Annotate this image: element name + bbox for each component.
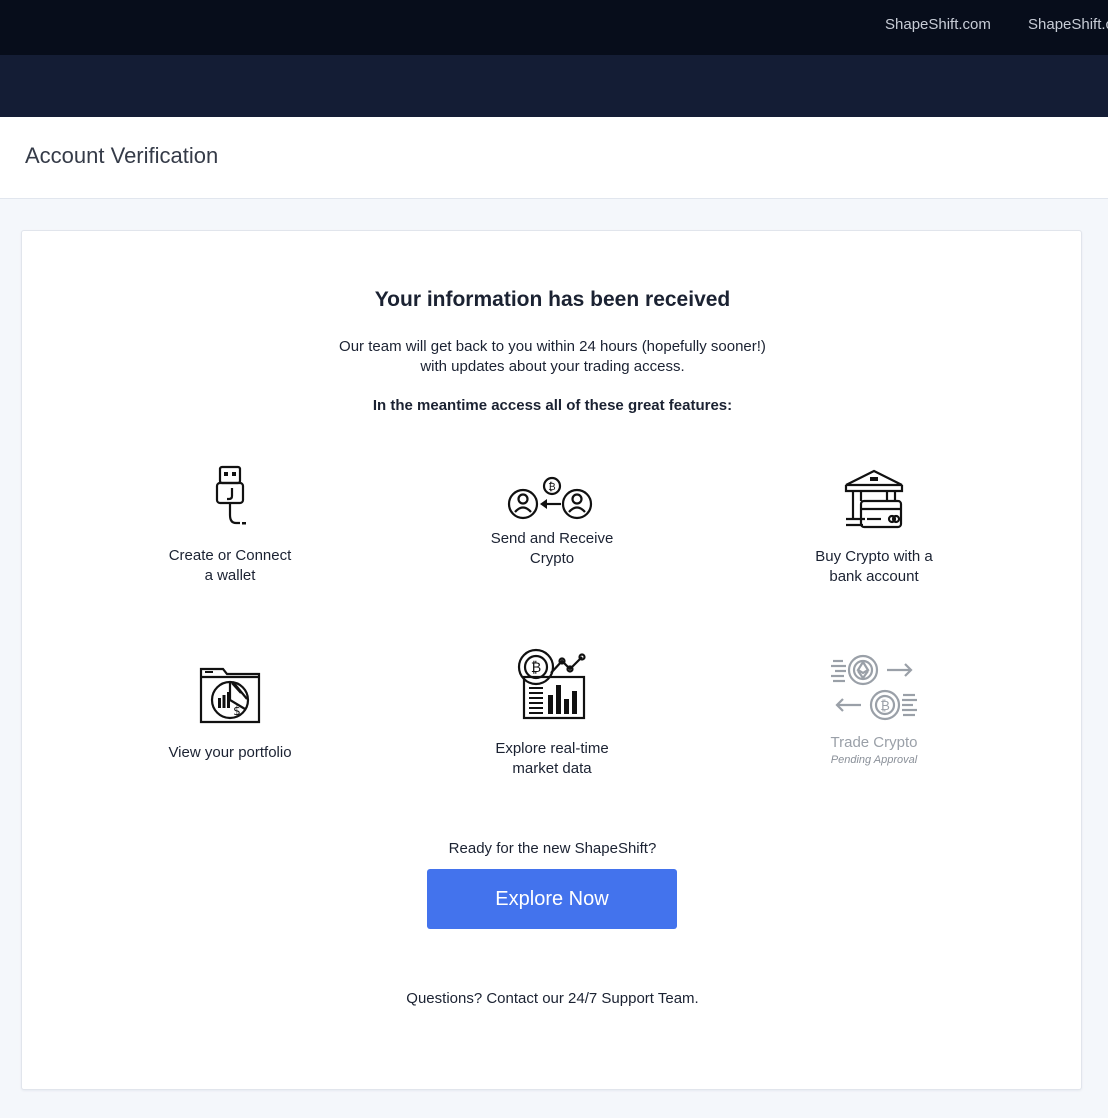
feature-trade-crypto: ₿ Trade Crypto Pending Approval (754, 653, 994, 766)
top-bar: ShapeShift.com ShapeShift.com (0, 0, 1108, 55)
feature-label: Explore real-time market data (495, 740, 609, 777)
market-data-icon: ₿ (517, 648, 586, 720)
send-receive-icon: ₿ (507, 476, 593, 520)
ready-text: Ready for the new ShapeShift? (448, 840, 657, 857)
feature-send-receive[interactable]: ₿ Send and Receive Crypto (432, 476, 672, 569)
feature-create-wallet[interactable]: Create or Connect a wallet (110, 463, 350, 586)
verification-card: Your information has been received Our t… (21, 230, 1082, 1090)
feature-label: Send and Receive Crypto (490, 530, 614, 567)
feature-market-data[interactable]: ₿ Explore real-time market data (432, 647, 672, 779)
card-title: Your information has been received (374, 288, 731, 311)
nav-bar (0, 55, 1108, 117)
shapeshift-link[interactable]: ShapeShift.com (885, 16, 991, 33)
support-contact-text[interactable]: Questions? Contact our 24/7 Support Team… (22, 990, 1083, 1007)
svg-text:$: $ (233, 704, 241, 718)
usb-wallet-icon (215, 465, 246, 525)
feature-label: Trade Crypto (830, 734, 918, 751)
card-subtitle-line2: with updates about your trading access. (420, 358, 685, 375)
meantime-text: In the meantime access all of these grea… (372, 397, 733, 414)
feature-label: Buy Crypto with a bank account (815, 548, 933, 585)
card-subtitle-line1: Our team will get back to you within 24 … (339, 338, 766, 355)
page-title: Account Verification (25, 143, 219, 168)
card-subtitle: Our team will get back to you within 24 … (22, 337, 1083, 377)
shapeshift-link-secondary[interactable]: ShapeShift.com (1028, 16, 1108, 33)
feature-buy-crypto-bank[interactable]: Buy Crypto with a bank account (754, 467, 994, 587)
portfolio-icon: $ (199, 667, 261, 724)
svg-text:₿: ₿ (880, 699, 890, 714)
svg-text:₿: ₿ (548, 481, 555, 493)
feature-label: View your portfolio (168, 744, 292, 761)
pending-approval-status: Pending Approval (830, 754, 918, 766)
feature-label: Create or Connect a wallet (168, 547, 292, 584)
feature-view-portfolio[interactable]: $ View your portfolio (110, 665, 350, 763)
bank-card-icon (844, 469, 904, 529)
trade-crypto-icon: ₿ (831, 654, 917, 721)
page-header: Account Verification (0, 117, 1108, 199)
explore-now-button[interactable]: Explore Now (427, 869, 677, 929)
svg-text:₿: ₿ (531, 660, 541, 676)
